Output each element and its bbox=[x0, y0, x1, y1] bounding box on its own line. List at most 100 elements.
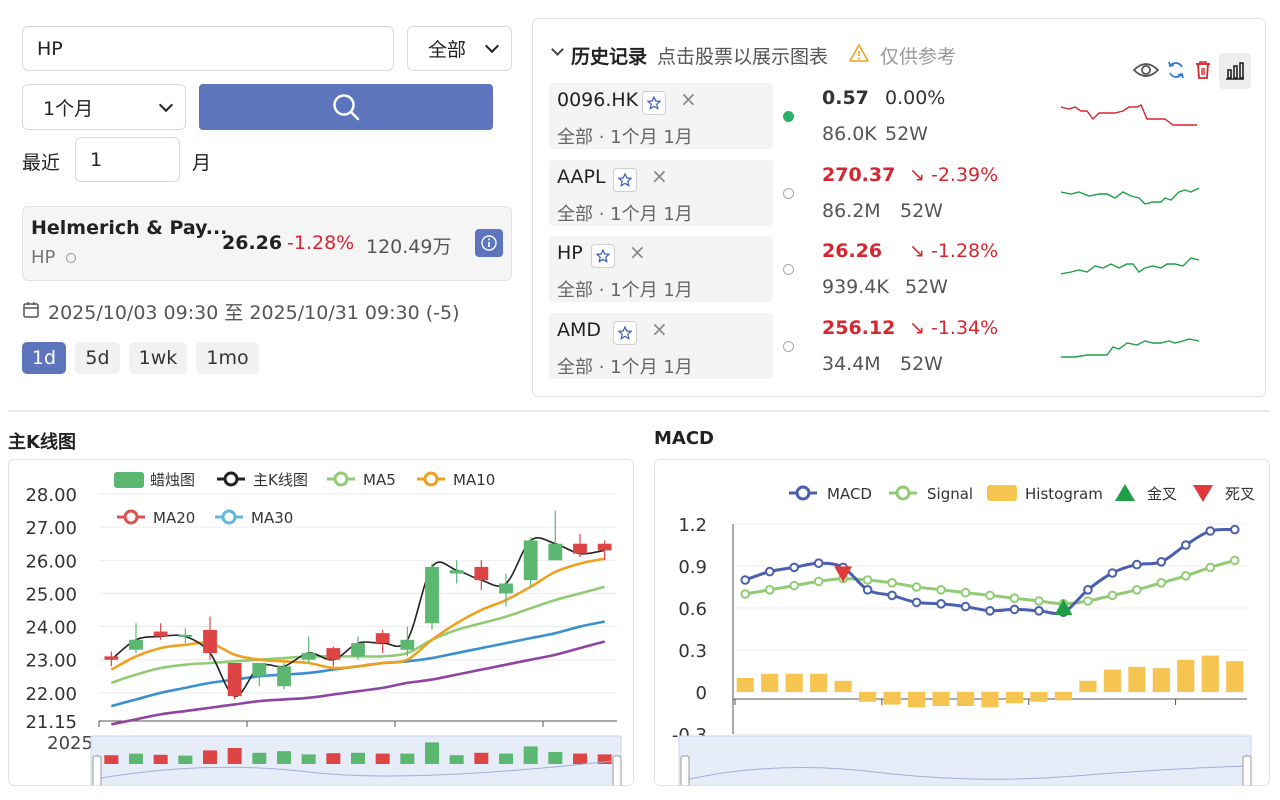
histogram-bar bbox=[1128, 666, 1146, 692]
warning-icon bbox=[849, 44, 869, 62]
candle-body bbox=[351, 643, 365, 657]
period-select[interactable]: 1个月 bbox=[22, 84, 186, 130]
remove-close-icon[interactable]: × bbox=[629, 240, 646, 264]
series-point-signal bbox=[813, 576, 824, 587]
series-point-macd bbox=[1009, 604, 1020, 615]
series-point-macd bbox=[740, 575, 751, 585]
range-1d-button[interactable]: 1d bbox=[22, 342, 66, 374]
series-point-signal bbox=[740, 589, 751, 599]
range-1wk-button[interactable]: 1wk bbox=[129, 342, 187, 374]
remove-close-icon[interactable]: × bbox=[651, 317, 668, 341]
search-button[interactable] bbox=[199, 84, 493, 130]
legend-label: Signal bbox=[927, 485, 973, 503]
legend-label: MACD bbox=[827, 485, 872, 503]
history-subtitle: 全部 · 1个月 1月 bbox=[557, 127, 693, 148]
favorite-star-icon[interactable] bbox=[613, 321, 637, 345]
section-divider bbox=[8, 410, 1270, 412]
y-tick-label: 1.2 bbox=[678, 515, 707, 536]
recent-label: 最近 bbox=[22, 152, 61, 174]
select-radio[interactable] bbox=[783, 111, 794, 122]
delete-button[interactable] bbox=[1188, 55, 1218, 85]
series-point-macd bbox=[960, 601, 971, 612]
scope-select[interactable]: 全部 bbox=[407, 26, 512, 71]
candle-body bbox=[499, 583, 513, 594]
period-select-value: 1个月 bbox=[43, 97, 94, 120]
refresh-button[interactable] bbox=[1161, 55, 1191, 85]
select-radio[interactable] bbox=[783, 341, 794, 352]
legend-swatch bbox=[987, 485, 1017, 501]
history-subtitle: 全部 · 1个月 1月 bbox=[557, 280, 693, 301]
info-button[interactable] bbox=[475, 229, 503, 257]
legend-swatch bbox=[114, 472, 144, 488]
history-subtitle: 全部 · 1个月 1月 bbox=[557, 204, 693, 225]
y-tick-label: 0 bbox=[696, 683, 707, 704]
slider-volume-bar bbox=[227, 748, 242, 764]
candle-body bbox=[425, 566, 439, 624]
history-volume: 86.0K bbox=[822, 123, 877, 145]
slider-volume-bar bbox=[326, 753, 341, 764]
chevron-down-icon bbox=[484, 38, 500, 54]
y-tick-label: 0.3 bbox=[678, 641, 707, 662]
remove-close-icon[interactable]: × bbox=[680, 87, 697, 111]
history-item-hp[interactable]: HP 全部 · 1个月 1月 × bbox=[549, 236, 773, 302]
favorite-star-icon[interactable] bbox=[613, 168, 637, 192]
candle-body bbox=[449, 570, 464, 574]
histogram-bar bbox=[1079, 680, 1097, 692]
stock-name: Helmerich & Pay... bbox=[31, 217, 228, 239]
slider-handle-right bbox=[1242, 755, 1252, 785]
candle-body bbox=[326, 648, 341, 660]
recent-unit-label: 月 bbox=[192, 152, 212, 174]
history-item-aapl[interactable]: AAPL 全部 · 1个月 1月 × bbox=[549, 160, 773, 226]
candle-body bbox=[474, 566, 489, 581]
legend-swatch-dot bbox=[223, 471, 239, 487]
slider-volume-bar bbox=[277, 751, 291, 764]
series-point-signal bbox=[764, 585, 775, 595]
search-input-value: HP bbox=[37, 37, 63, 60]
kline-chart-panel: 蜡烛图 主K线图 MA5 MA10 MA20 MA30 28.00 27.00 26.00 25.… bbox=[8, 459, 634, 786]
histogram-bar bbox=[810, 673, 828, 692]
remove-close-icon[interactable]: × bbox=[651, 164, 668, 188]
history-price: 26.26 bbox=[822, 240, 883, 262]
legend-swatch-dot bbox=[333, 471, 349, 487]
history-52w: 52W bbox=[905, 276, 948, 298]
history-change: ↘ -1.28% bbox=[909, 240, 999, 262]
slider-volume-bar bbox=[400, 753, 415, 764]
chart-toggle-button[interactable] bbox=[1219, 53, 1251, 89]
bar-chart-icon bbox=[1226, 62, 1244, 80]
sparkline bbox=[1061, 187, 1200, 205]
status-dot bbox=[66, 253, 76, 263]
kline-chart[interactable]: 蜡烛图 主K线图 MA5 MA10 MA20 MA30 28.00 27.00 26.00 25.… bbox=[9, 460, 634, 786]
range-5d-button[interactable]: 5d bbox=[75, 342, 120, 374]
history-52w: 52W bbox=[900, 353, 943, 375]
histogram-bar bbox=[981, 692, 999, 708]
golden-cross-marker-icon bbox=[1115, 484, 1135, 501]
calendar-icon bbox=[23, 302, 39, 318]
search-input[interactable]: HP bbox=[22, 26, 394, 71]
history-item-0096-hk[interactable]: 0096.HK 全部 · 1个月 1月 × bbox=[549, 83, 773, 149]
legend-swatch-dot bbox=[123, 509, 139, 525]
view-toggle-button[interactable] bbox=[1131, 55, 1161, 85]
y-tick-label: 22.00 bbox=[25, 684, 77, 705]
legend-label: 主K线图 bbox=[253, 471, 308, 489]
stock-volume: 120.49万 bbox=[366, 236, 452, 258]
history-subtitle: 全部 · 1个月 1月 bbox=[557, 357, 693, 378]
slider-volume-bar bbox=[474, 752, 489, 764]
slider-volume-bar bbox=[104, 755, 119, 764]
slider-volume-bar bbox=[375, 753, 390, 764]
histogram-bar bbox=[1201, 655, 1219, 692]
series-point-signal bbox=[1107, 590, 1118, 601]
select-radio[interactable] bbox=[783, 188, 794, 199]
history-item-amd[interactable]: AMD 全部 · 1个月 1月 × bbox=[549, 313, 773, 379]
favorite-star-icon[interactable] bbox=[591, 244, 615, 268]
slider-volume-bar bbox=[178, 755, 193, 764]
select-radio[interactable] bbox=[783, 264, 794, 275]
histogram-bar bbox=[883, 692, 901, 705]
macd-chart[interactable]: MACDSignalHistogram金叉死叉1.20.90.60.30-0.3… bbox=[655, 460, 1270, 786]
range-1mo-button[interactable]: 1mo bbox=[196, 342, 259, 374]
legend-label: MA20 bbox=[153, 509, 195, 527]
series-point-signal bbox=[1132, 585, 1142, 595]
recent-number-input[interactable]: 1 bbox=[75, 137, 180, 182]
collapse-chevron-icon[interactable] bbox=[551, 43, 564, 56]
slider-volume-bar bbox=[252, 752, 267, 764]
favorite-star-icon[interactable] bbox=[642, 91, 666, 115]
